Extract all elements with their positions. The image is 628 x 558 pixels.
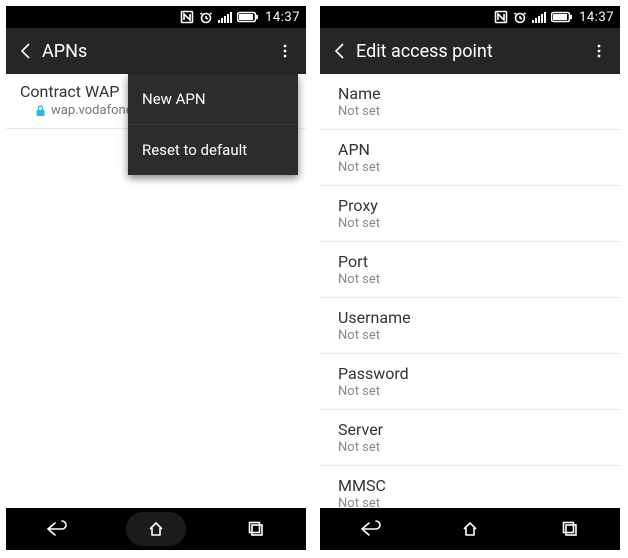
setting-row[interactable]: ServerNot set [320, 410, 620, 466]
status-icons [180, 10, 259, 24]
nfc-icon [180, 10, 194, 24]
setting-label: Password [338, 364, 602, 383]
setting-value: Not set [338, 216, 602, 231]
menu-reset-default[interactable]: Reset to default [128, 125, 298, 175]
back-button[interactable] [12, 28, 40, 74]
battery-icon [237, 11, 259, 23]
setting-value: Not set [338, 160, 602, 175]
signal-icon [532, 11, 546, 23]
title-bar: APNs [6, 28, 306, 74]
setting-row[interactable]: APNNot set [320, 130, 620, 186]
nav-bar [6, 508, 306, 550]
nav-home-button[interactable] [126, 512, 186, 546]
alarm-icon [513, 10, 527, 24]
nav-recent-button[interactable] [540, 512, 600, 546]
status-bar: 14:37 [6, 6, 306, 28]
setting-value: Not set [338, 384, 602, 399]
setting-value: Not set [338, 496, 602, 508]
page-title: Edit access point [356, 41, 493, 62]
setting-row[interactable]: PortNot set [320, 242, 620, 298]
nav-recent-button[interactable] [226, 512, 286, 546]
setting-label: Server [338, 420, 602, 439]
alarm-icon [199, 10, 213, 24]
back-button[interactable] [326, 28, 354, 74]
nav-back-button[interactable] [340, 512, 400, 546]
phone-left: 14:37 APNs Contract WAP wap.vodafone.c N… [6, 6, 306, 550]
setting-row[interactable]: PasswordNot set [320, 354, 620, 410]
signal-icon [218, 11, 232, 23]
setting-value: Not set [338, 104, 602, 119]
overflow-button[interactable] [584, 28, 614, 74]
nav-home-button[interactable] [440, 512, 500, 546]
setting-row[interactable]: MMSCNot set [320, 466, 620, 508]
battery-icon [551, 11, 573, 23]
overflow-button[interactable] [270, 28, 300, 74]
page-title: APNs [42, 41, 87, 62]
settings-list: NameNot setAPNNot setProxyNot setPortNot… [320, 74, 620, 508]
menu-new-apn[interactable]: New APN [128, 74, 298, 125]
status-bar: 14:37 [320, 6, 620, 28]
setting-row[interactable]: UsernameNot set [320, 298, 620, 354]
nfc-icon [494, 10, 508, 24]
nav-bar [320, 508, 620, 550]
lock-icon [34, 104, 47, 117]
setting-value: Not set [338, 272, 602, 287]
setting-value: Not set [338, 328, 602, 343]
setting-value: Not set [338, 440, 602, 455]
setting-row[interactable]: ProxyNot set [320, 186, 620, 242]
setting-label: Proxy [338, 196, 602, 215]
title-bar: Edit access point [320, 28, 620, 74]
setting-label: Name [338, 84, 602, 103]
status-clock: 14:37 [265, 10, 300, 25]
setting-label: MMSC [338, 476, 602, 495]
setting-label: Username [338, 308, 602, 327]
status-icons [494, 10, 573, 24]
phone-right: 14:37 Edit access point NameNot setAPNNo… [320, 6, 620, 550]
overflow-menu: New APN Reset to default [128, 74, 298, 175]
setting-row[interactable]: NameNot set [320, 74, 620, 130]
nav-back-button[interactable] [26, 512, 86, 546]
status-clock: 14:37 [579, 10, 614, 25]
setting-label: Port [338, 252, 602, 271]
setting-label: APN [338, 140, 602, 159]
